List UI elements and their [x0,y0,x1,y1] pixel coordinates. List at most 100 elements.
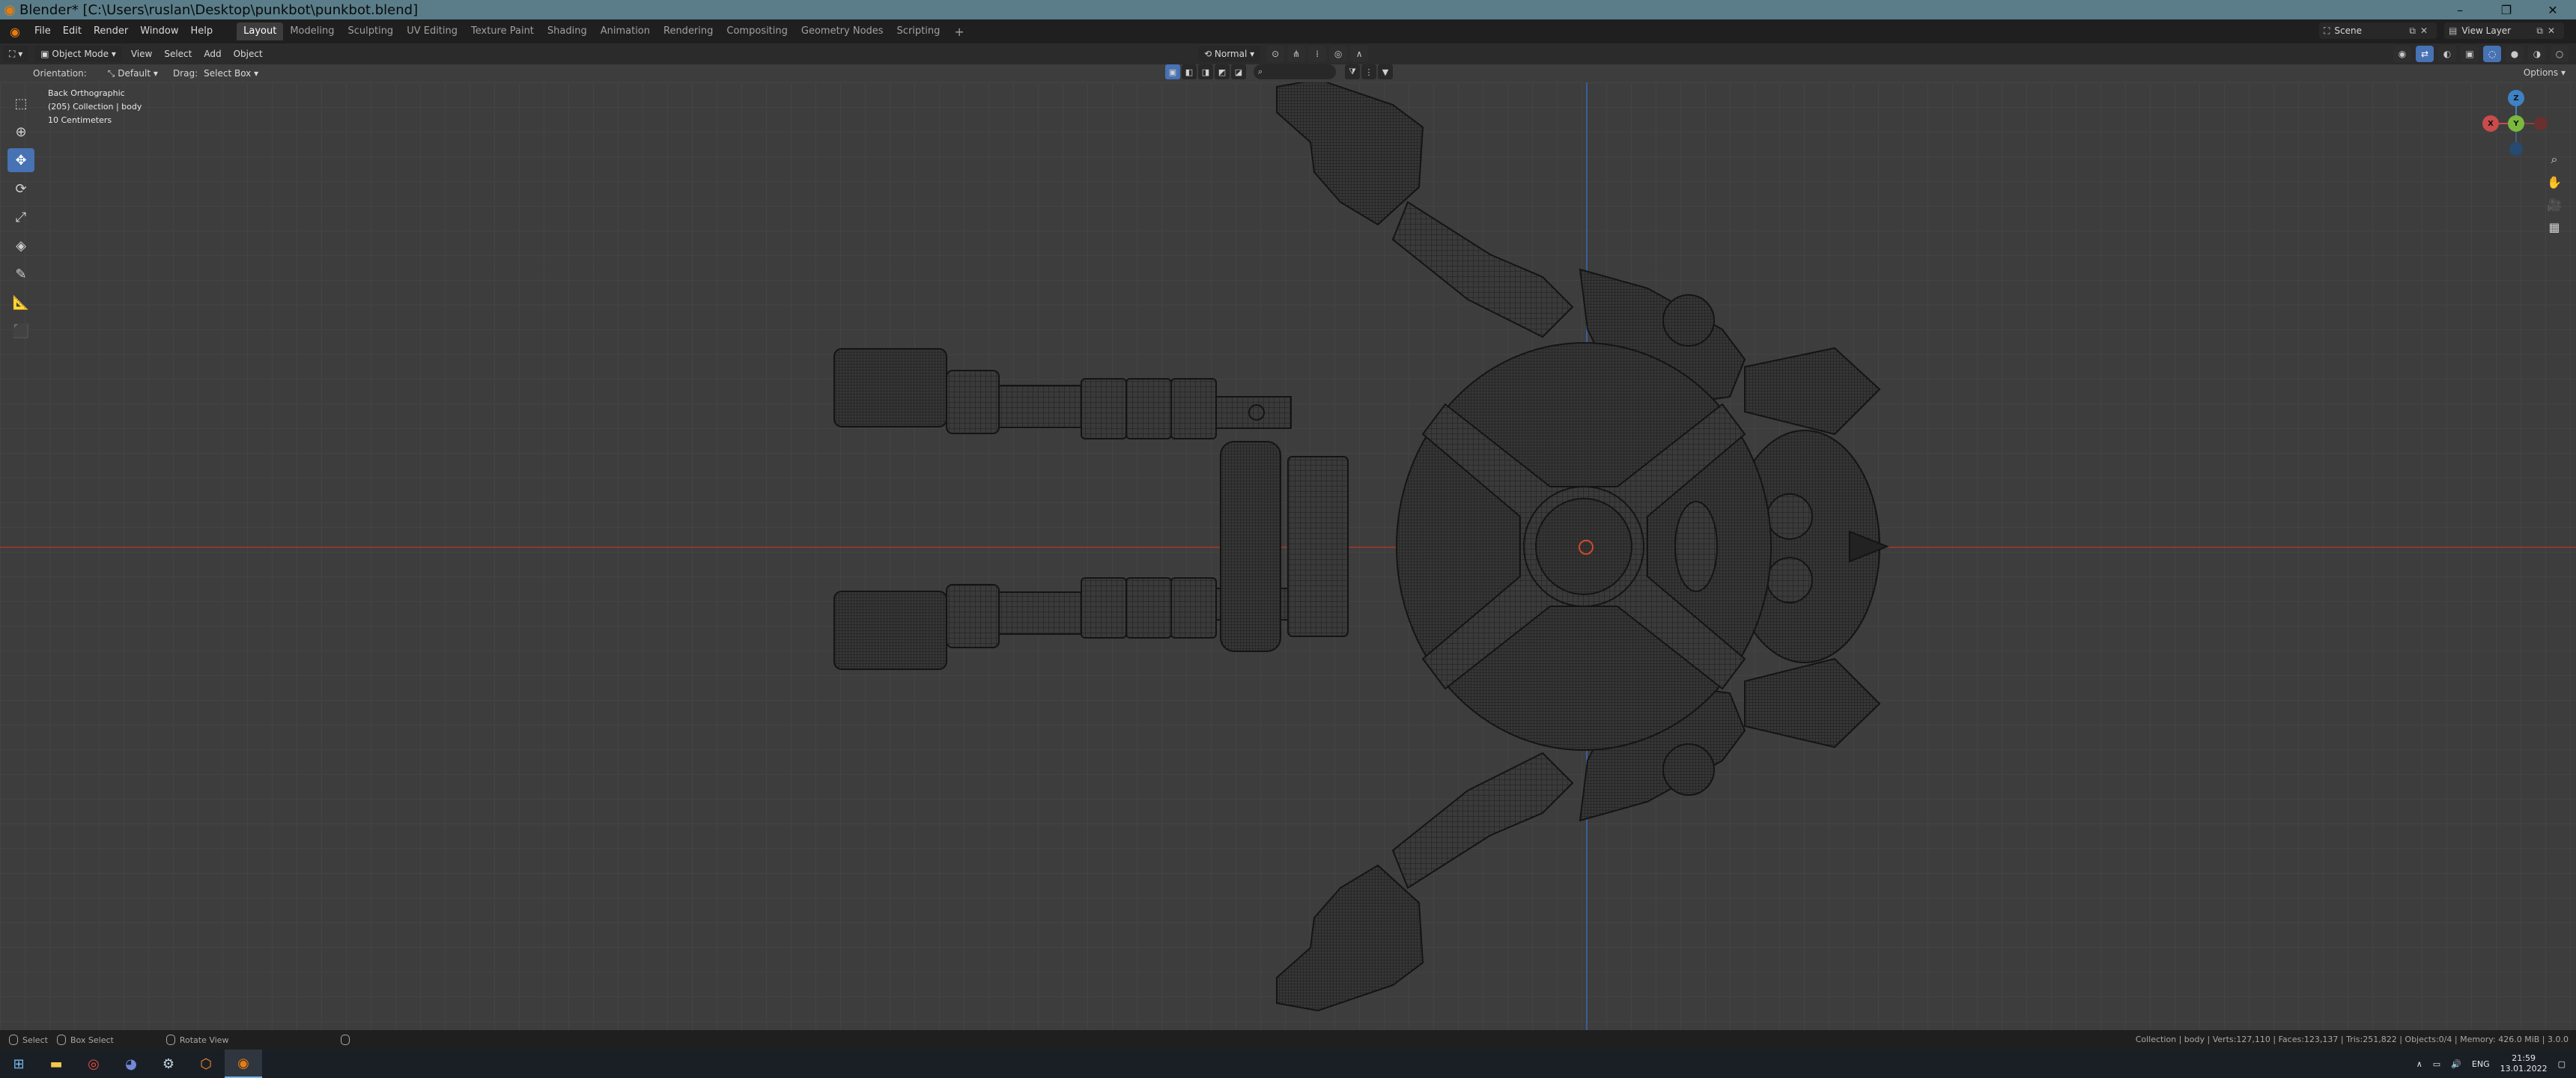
tab-geometry-nodes[interactable]: Geometry Nodes [795,22,890,40]
tray-overflow-icon[interactable]: ∧ [2416,1059,2422,1069]
tab-texture-paint[interactable]: Texture Paint [464,22,541,40]
shading-material-icon[interactable]: ◑ [2528,46,2546,62]
minimize-button[interactable]: – [2437,3,2483,17]
new-scene-icon[interactable]: ⧉ [2409,25,2416,37]
file-explorer-icon[interactable]: ▬ [37,1050,75,1078]
menu-window[interactable]: Window [134,22,184,40]
volume-icon[interactable]: 🔊 [2451,1059,2461,1069]
windows-taskbar: ⊞ ▬ ◎ ◕ ⚙ ⬡ ◉ ∧ ▭ 🔊 ENG 21:59 13.01.2022… [0,1050,2576,1078]
3d-viewport[interactable]: Back Orthographic (205) Collection | bod… [0,82,2576,1030]
menu-file[interactable]: File [28,22,57,40]
select-mode-intersect-icon[interactable]: ◪ [1231,64,1246,79]
network-icon[interactable]: ▭ [2433,1059,2440,1069]
proportional-falloff-icon[interactable]: ∧ [1350,46,1369,62]
language-indicator[interactable]: ENG [2472,1059,2490,1069]
clock[interactable]: 21:59 13.01.2022 [2500,1053,2548,1074]
robot-wireframe-model[interactable] [0,82,2576,1030]
maximize-button[interactable]: ❐ [2483,3,2530,17]
close-button[interactable]: ✕ [2530,3,2576,17]
view-layer-icon: ▤ [2449,25,2458,36]
select-mode-extend-icon[interactable]: ◧ [1182,64,1197,79]
select-box-tool-icon[interactable]: ⬚ [7,91,34,115]
gizmo-z-axis[interactable]: Z [2508,90,2524,106]
gizmo-neg-x-axis[interactable] [2534,117,2548,130]
orientation-dropdown[interactable]: ⤡ Default ▾ [102,65,164,82]
status-rotate-view: Rotate View [179,1035,229,1045]
tab-scripting[interactable]: Scripting [890,22,947,40]
overlay-toggle-icon[interactable]: ◐ [2438,46,2456,62]
gizmo-neg-z-axis[interactable] [2509,142,2523,156]
scene-name[interactable]: Scene [2334,25,2409,36]
pan-hand-icon[interactable]: ✋ [2543,171,2566,193]
menu-help[interactable]: Help [185,22,219,40]
gizmo-y-label: Y [2513,119,2519,128]
annotate-tool-icon[interactable]: ✎ [7,262,34,286]
menu-add[interactable]: Add [198,46,227,62]
select-mode-invert-icon[interactable]: ◩ [1215,64,1230,79]
discord-icon[interactable]: ◕ [112,1050,150,1078]
scale-tool-icon[interactable]: ⤢ [7,205,34,229]
menu-edit[interactable]: Edit [57,22,88,40]
windows-start-icon[interactable]: ⊞ [0,1050,37,1078]
tab-layout[interactable]: Layout [237,22,284,40]
proportional-editing-icon[interactable]: ◎ [1329,46,1348,62]
scene-selector[interactable]: ⛶ Scene ⧉ ✕ [2318,22,2437,39]
tab-rendering[interactable]: Rendering [657,22,720,40]
steam-icon[interactable]: ⚙ [150,1050,187,1078]
options-dropdown[interactable]: Options ▾ [2524,64,2566,81]
tab-compositing[interactable]: Compositing [720,22,795,40]
tab-shading[interactable]: Shading [541,22,594,40]
blender-menu-icon[interactable]: ◉ [6,22,24,40]
delete-view-layer-icon[interactable]: ✕ [2548,25,2555,36]
gizmo-x-axis[interactable]: X [2482,115,2499,132]
rotate-tool-icon[interactable]: ⟳ [7,177,34,201]
gizmo-toggle-icon[interactable]: ⇄ [2416,46,2434,62]
notifications-icon[interactable]: ▢ [2558,1059,2566,1069]
mode-dropdown[interactable]: ▣ Object Mode ▾ [34,46,122,62]
xray-toggle-icon[interactable]: ▣ [2461,46,2479,62]
avast-icon[interactable]: ⬡ [187,1050,225,1078]
chrome-icon[interactable]: ◎ [75,1050,112,1078]
transform-orientation-dropdown[interactable]: ⟲ Normal ▾ [1198,46,1261,62]
camera-view-icon[interactable]: 🎥 [2543,193,2566,216]
tab-animation[interactable]: Animation [594,22,657,40]
add-workspace-button[interactable]: + [947,25,971,39]
view-layer-selector[interactable]: ▤ View Layer ⧉ ✕ [2444,22,2564,39]
menu-render[interactable]: Render [88,22,134,40]
filter-icon[interactable]: ⧩ [1345,64,1360,79]
view-layer-name[interactable]: View Layer [2461,25,2536,36]
visibility-icon[interactable]: ◉ [2393,46,2411,62]
navigation-gizmo[interactable]: Z X Y [2471,90,2561,157]
zoom-icon[interactable]: ⌕ [2543,148,2566,171]
select-mode-new-icon[interactable]: ▣ [1165,64,1180,79]
snap-target-icon[interactable]: ⁞ [1308,46,1327,62]
drag-dropdown[interactable]: Select Box ▾ [198,65,264,82]
tab-modeling[interactable]: Modeling [283,22,341,40]
pivot-point-icon[interactable]: ⊙ [1266,46,1285,62]
tab-uv-editing[interactable]: UV Editing [400,22,464,40]
status-bar: Select Box Select Rotate View Collection… [0,1030,2576,1050]
blender-taskbar-icon[interactable]: ◉ [225,1050,262,1078]
snap-icon[interactable]: ⋔ [1287,46,1306,62]
cursor-tool-icon[interactable]: ⊕ [7,120,34,144]
measure-tool-icon[interactable]: 📐 [7,290,34,314]
perspective-toggle-icon[interactable]: ▦ [2543,216,2566,238]
gizmo-y-axis[interactable]: Y [2508,115,2524,132]
shading-rendered-icon[interactable]: ○ [2551,46,2569,62]
shading-wireframe-icon[interactable]: ◌ [2483,46,2501,62]
menu-object[interactable]: Object [228,46,269,62]
add-cube-tool-icon[interactable]: ⬛ [7,319,34,343]
tab-sculpting[interactable]: Sculpting [341,22,400,40]
transform-tool-icon[interactable]: ◈ [7,234,34,258]
editor-type-dropdown[interactable]: ⛶ ▾ [3,46,29,62]
delete-scene-icon[interactable]: ✕ [2420,25,2428,36]
menu-view[interactable]: View [125,46,158,62]
select-mode-subtract-icon[interactable]: ◨ [1198,64,1213,79]
menu-select[interactable]: Select [158,46,198,62]
funnel-icon[interactable]: ▼ [1378,64,1393,79]
new-view-layer-icon[interactable]: ⧉ [2536,25,2543,37]
search-input[interactable]: ⌕ [1254,64,1336,79]
view-options-icon[interactable]: ⋮ [1361,64,1376,79]
shading-solid-icon[interactable]: ● [2506,46,2524,62]
move-tool-icon[interactable]: ✥ [7,148,34,172]
